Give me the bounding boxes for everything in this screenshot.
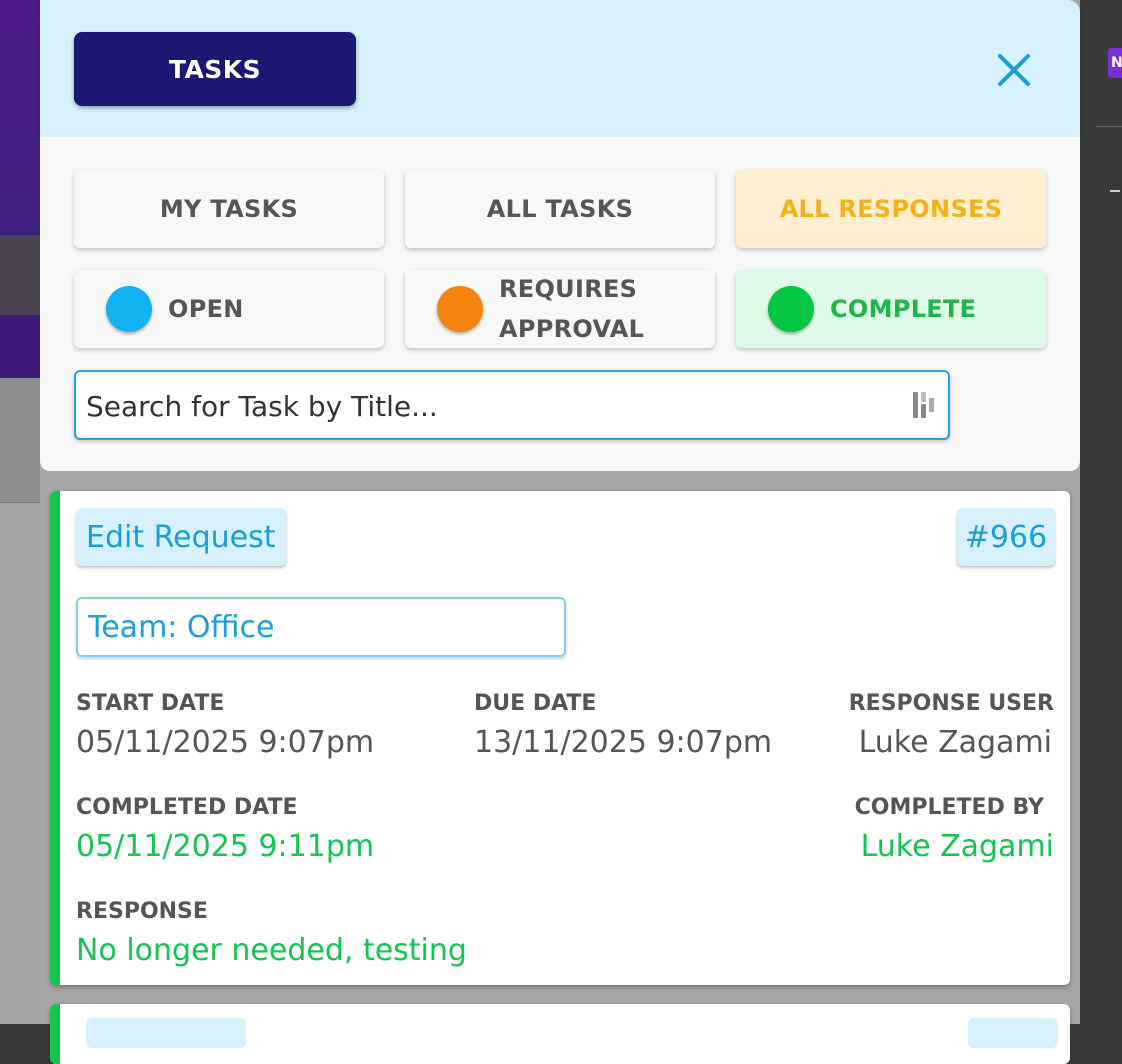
all-tasks-button[interactable]: ALL TASKS — [405, 170, 715, 248]
task-card[interactable]: Edit Request #966 Team: Office START DAT… — [50, 491, 1070, 985]
close-button[interactable] — [992, 48, 1036, 92]
task-card-next[interactable] — [50, 1004, 1070, 1064]
completed-by-value: Luke Zagami — [860, 829, 1054, 864]
start-date-value: 05/11/2025 9:07pm — [76, 725, 375, 760]
task-status-stripe — [50, 1004, 60, 1064]
response-user-value: Luke Zagami — [858, 725, 1052, 760]
complete-status-dot — [768, 286, 814, 332]
panel-header: TASKS — [40, 0, 1080, 137]
task-number-badge: #966 — [957, 508, 1055, 566]
response-value: No longer needed, testing — [76, 933, 467, 968]
response-user-label: RESPONSE USER — [848, 691, 1054, 716]
tasks-panel: TASKS MY TASKS ALL TASKS ALL RESPONSES O… — [40, 0, 1080, 1064]
task-number-badge — [968, 1018, 1058, 1048]
close-icon — [998, 54, 1030, 86]
requires-approval-status-dot — [437, 286, 483, 332]
status-filter-label: REQUIRES APPROVAL — [499, 269, 644, 349]
response-label: RESPONSE — [76, 899, 208, 924]
status-filter-label: OPEN — [168, 295, 244, 323]
background-dash — [1110, 190, 1120, 192]
background-divider — [1096, 126, 1122, 127]
task-title-chip[interactable]: Edit Request — [76, 508, 286, 566]
all-responses-button[interactable]: ALL RESPONSES — [736, 170, 1046, 248]
status-filter-requires-approval[interactable]: REQUIRES APPROVAL — [405, 270, 715, 348]
keyboard-icon[interactable] — [912, 390, 936, 420]
start-date-label: START DATE — [76, 691, 225, 716]
filters-section: MY TASKS ALL TASKS ALL RESPONSES OPEN RE… — [40, 137, 1080, 471]
status-filter-open[interactable]: OPEN — [74, 270, 384, 348]
completed-by-label: COMPLETED BY — [854, 795, 1044, 820]
task-status-stripe — [50, 491, 60, 985]
search-box — [74, 370, 950, 440]
tasks-title-button[interactable]: TASKS — [74, 32, 356, 106]
search-input[interactable] — [76, 372, 908, 440]
status-filter-complete[interactable]: COMPLETE — [736, 270, 1046, 348]
due-date-value: 13/11/2025 9:07pm — [474, 725, 773, 760]
open-status-dot — [106, 286, 152, 332]
my-tasks-button[interactable]: MY TASKS — [74, 170, 384, 248]
completed-date-value: 05/11/2025 9:11pm — [76, 829, 375, 864]
app-badge-icon: N — [1108, 48, 1122, 78]
team-chip: Team: Office — [76, 597, 566, 657]
completed-date-label: COMPLETED DATE — [76, 795, 298, 820]
task-title-chip[interactable] — [86, 1018, 246, 1048]
due-date-label: DUE DATE — [474, 691, 597, 716]
status-filter-label-line1: REQUIRES — [499, 275, 638, 303]
status-filter-label: COMPLETE — [830, 295, 977, 323]
status-filter-label-line2: APPROVAL — [499, 315, 645, 343]
